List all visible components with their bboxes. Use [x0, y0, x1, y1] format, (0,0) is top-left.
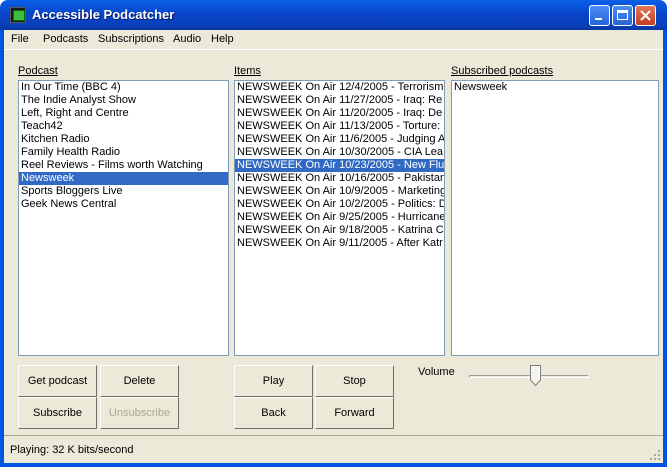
episode-list-item[interactable]: NEWSWEEK On Air 11/27/2005 - Iraq: Re — [235, 94, 444, 107]
delete-button[interactable]: Delete — [100, 365, 179, 397]
subscribed-list[interactable]: Newsweek — [451, 80, 659, 356]
podcast-list-item[interactable]: Sports Bloggers Live — [19, 185, 228, 198]
forward-button[interactable]: Forward — [315, 397, 394, 429]
menu-subscriptions[interactable]: Subscriptions — [98, 33, 164, 45]
episode-list-item[interactable]: NEWSWEEK On Air 9/11/2005 - After Katr — [235, 237, 444, 250]
podcast-list-item[interactable]: Left, Right and Centre — [19, 107, 228, 120]
app-icon — [10, 7, 26, 23]
volume-label: Volume — [418, 366, 455, 378]
episode-list-item[interactable]: NEWSWEEK On Air 12/4/2005 - Terrorism — [235, 81, 444, 94]
maximize-button[interactable] — [612, 5, 633, 26]
episode-list-item[interactable]: NEWSWEEK On Air 11/13/2005 - Torture: — [235, 120, 444, 133]
resize-grip-icon[interactable] — [649, 449, 661, 461]
episode-list-item[interactable]: NEWSWEEK On Air 11/6/2005 - Judging A — [235, 133, 444, 146]
episode-list-item[interactable]: NEWSWEEK On Air 10/23/2005 - New Flu — [235, 159, 444, 172]
close-button[interactable] — [635, 5, 656, 26]
items-label: Items — [234, 65, 261, 77]
maximize-icon — [617, 10, 628, 20]
items-list[interactable]: NEWSWEEK On Air 12/4/2005 - Terrorism NEW… — [234, 80, 445, 356]
podcast-list-item[interactable]: In Our Time (BBC 4) — [19, 81, 228, 94]
menu-bar: File Podcasts Subscriptions Audio Help — [4, 30, 663, 50]
client-area: File Podcasts Subscriptions Audio Help P… — [4, 30, 663, 463]
minimize-button[interactable] — [589, 5, 610, 26]
episode-list-item[interactable]: NEWSWEEK On Air 9/25/2005 - Hurricane — [235, 211, 444, 224]
podcast-list[interactable]: In Our Time (BBC 4) The Indie Analyst Sho… — [18, 80, 229, 356]
back-button[interactable]: Back — [234, 397, 313, 429]
close-icon — [640, 10, 651, 21]
podcast-list-item[interactable]: Kitchen Radio — [19, 133, 228, 146]
status-text: Playing: 32 K bits/second — [10, 444, 134, 456]
volume-slider-thumb[interactable] — [529, 365, 541, 386]
window-title: Accessible Podcatcher — [32, 7, 175, 22]
get-podcast-button[interactable]: Get podcast — [18, 365, 97, 397]
minimize-icon — [595, 18, 602, 20]
menu-podcasts[interactable]: Podcasts — [43, 33, 88, 45]
subscribed-list-item[interactable]: Newsweek — [452, 81, 658, 94]
status-bar: Playing: 32 K bits/second — [4, 435, 663, 463]
podcast-list-item[interactable]: Family Health Radio — [19, 146, 228, 159]
unsubscribe-button[interactable]: Unsubscribe — [100, 397, 179, 429]
menu-audio[interactable]: Audio — [173, 33, 201, 45]
play-button[interactable]: Play — [234, 365, 313, 397]
app-window: Accessible Podcatcher File Podcasts Subs… — [0, 0, 667, 467]
menu-help[interactable]: Help — [211, 33, 234, 45]
episode-list-item[interactable]: NEWSWEEK On Air 9/18/2005 - Katrina C — [235, 224, 444, 237]
podcast-list-item[interactable]: Newsweek — [19, 172, 228, 185]
podcast-list-item[interactable]: Geek News Central — [19, 198, 228, 211]
subscribe-button[interactable]: Subscribe — [18, 397, 97, 429]
podcast-list-item[interactable]: Teach42 — [19, 120, 228, 133]
episode-list-item[interactable]: NEWSWEEK On Air 10/9/2005 - Marketing — [235, 185, 444, 198]
subscribed-label: Subscribed podcasts — [451, 65, 554, 77]
stop-button[interactable]: Stop — [315, 365, 394, 397]
episode-list-item[interactable]: NEWSWEEK On Air 10/30/2005 - CIA Lea — [235, 146, 444, 159]
title-bar[interactable]: Accessible Podcatcher — [0, 0, 667, 30]
episode-list-item[interactable]: NEWSWEEK On Air 11/20/2005 - Iraq: De — [235, 107, 444, 120]
podcast-list-item[interactable]: Reel Reviews - Films worth Watching — [19, 159, 228, 172]
podcast-list-item[interactable]: The Indie Analyst Show — [19, 94, 228, 107]
episode-list-item[interactable]: NEWSWEEK On Air 10/2/2005 - Politics: D — [235, 198, 444, 211]
menu-file[interactable]: File — [11, 33, 29, 45]
episode-list-item[interactable]: NEWSWEEK On Air 10/16/2005 - Pakistan — [235, 172, 444, 185]
podcast-label: Podcast — [18, 65, 58, 77]
